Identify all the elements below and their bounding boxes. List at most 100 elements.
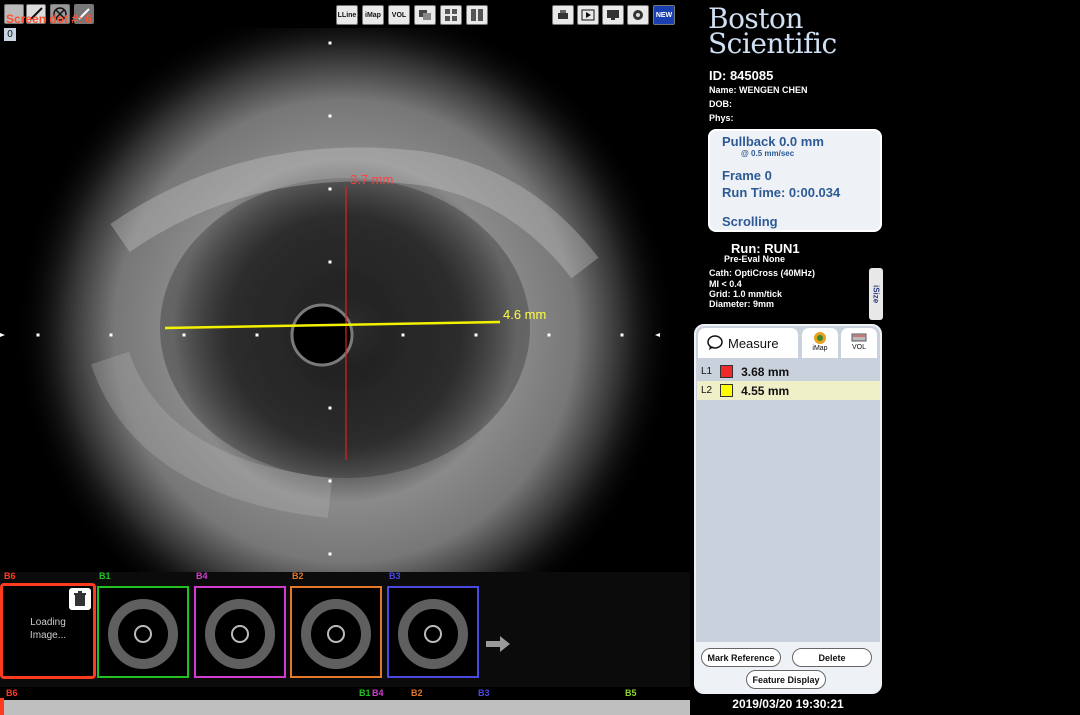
ivus-image[interactable]: 3.7 mm 4.6 mm (0, 28, 690, 573)
grid-tick (547, 333, 551, 337)
new-label: NEW (655, 11, 673, 19)
grid-tick (182, 333, 186, 337)
thumb-catheter (327, 625, 345, 643)
split-icon (471, 9, 483, 21)
timeline-label-b4: B4 (372, 688, 384, 698)
volume-icon (851, 333, 867, 342)
grid-tick (620, 333, 624, 337)
printer-icon (558, 10, 568, 19)
grid-tick (328, 479, 332, 483)
patient-name: WENGEN CHEN (739, 85, 808, 95)
trash-icon (74, 591, 86, 606)
tab-imap-label: iMap (812, 345, 828, 352)
thumb-catheter (231, 625, 249, 643)
timeline-bar[interactable] (0, 700, 690, 715)
lline-label: LLine (337, 11, 357, 19)
pullback-speed: @ 0.5 mm/sec (741, 149, 795, 158)
measure-color-swatch (720, 384, 734, 397)
grid-tick (328, 114, 332, 118)
overlay-icon (419, 10, 431, 20)
grid-tick (474, 333, 478, 337)
tab-imap[interactable]: iMap (802, 328, 838, 358)
vertical-measure-label: 3.7 mm (350, 172, 393, 187)
speech-bubble-icon (707, 335, 723, 350)
timeline-cursor[interactable] (0, 698, 4, 715)
feature-display-button[interactable]: Feature Display (746, 670, 826, 689)
play-icon (581, 9, 595, 21)
isize-label: iSize (871, 284, 881, 304)
thumb-preview (301, 599, 371, 669)
overlay-button[interactable] (414, 5, 436, 25)
catheter (290, 303, 354, 367)
left-edge-arrow (0, 333, 5, 337)
isize-button[interactable]: iSize (869, 268, 883, 320)
thumb-catheter (134, 625, 152, 643)
grid-info: Grid: 1.0 mm/tick (709, 289, 783, 299)
lline-button[interactable]: LLine (336, 5, 358, 25)
grid-tick (109, 333, 113, 337)
imap-button[interactable]: iMap (362, 5, 384, 25)
thumb-catheter (424, 625, 442, 643)
measure-value: 3.68 mm (741, 364, 790, 379)
tab-vol[interactable]: VOL (841, 328, 877, 358)
vol-label: VOL (391, 11, 407, 19)
timeline-label-b2: B2 (411, 688, 423, 698)
grid-tick (328, 187, 332, 191)
grid-tick (328, 41, 332, 45)
print-button[interactable] (552, 5, 574, 25)
disc-icon (633, 10, 643, 20)
grid-icon (445, 9, 457, 21)
imap-icon (814, 332, 826, 344)
mi-info: MI < 0.4 (709, 279, 742, 289)
timeline-label-b5: B5 (625, 688, 637, 698)
horizontal-measure-label: 4.6 mm (503, 307, 546, 322)
bookmark-thumb-b2[interactable] (290, 586, 382, 678)
patient-id: ID: 845085 (709, 68, 774, 83)
catheter-info: Cath: OptiCross (40MHz) (709, 268, 816, 278)
vol-button[interactable]: VOL (388, 5, 410, 25)
grid-tick (255, 333, 259, 337)
grid-tick (36, 333, 40, 337)
thumb-preview (108, 599, 178, 669)
measure-row-l2[interactable]: L2 4.55 mm (697, 381, 880, 400)
bookmark-thumb-b4[interactable] (194, 586, 286, 678)
measure-id: L2 (701, 385, 713, 396)
grid-view-button[interactable] (440, 5, 462, 25)
record-button[interactable] (627, 5, 649, 25)
monitor-icon (607, 10, 619, 20)
timeline-label-b1: B1 (359, 688, 371, 698)
scroll-mode: Scrolling (722, 214, 778, 229)
brand-logo: Boston Scientific (708, 5, 837, 58)
bookmark-thumb-b1[interactable] (97, 586, 189, 678)
pullback-title: Pullback 0.0 mm (722, 134, 824, 149)
screen-dot-label: Screen dot #: 6 (6, 12, 93, 26)
pre-eval: Pre-Eval None (724, 254, 786, 264)
measure-row-l1[interactable]: L1 3.68 mm (697, 362, 880, 381)
measure-color-swatch (720, 365, 734, 378)
timeline-label-b6: B6 (6, 688, 18, 698)
measure-value: 4.55 mm (741, 383, 790, 398)
bookmark-label-b3: B3 (389, 571, 401, 581)
patient-phys-label: Phys: (709, 113, 734, 123)
frame-number: Frame 0 (722, 168, 772, 183)
play-button[interactable] (577, 5, 599, 25)
monitor-button[interactable] (602, 5, 624, 25)
thumb-preview (398, 599, 468, 669)
imap-label: iMap (365, 11, 381, 19)
datetime: 2019/03/20 19:30:21 (732, 697, 844, 711)
bookmark-thumb-b3[interactable] (387, 586, 479, 678)
bookmark-label-b2: B2 (292, 571, 304, 581)
mark-reference-button[interactable]: Mark Reference (701, 648, 781, 667)
trash-button[interactable] (69, 588, 91, 610)
tab-measure[interactable]: Measure (698, 328, 798, 358)
grid-tick (401, 333, 405, 337)
delete-button[interactable]: Delete (792, 648, 872, 667)
bookmark-thumb-b6[interactable]: Loading Image... (0, 583, 96, 679)
patient-name-label: Name: (709, 85, 737, 95)
split-view-button[interactable] (466, 5, 488, 25)
grid-tick (328, 406, 332, 410)
next-arrow-icon[interactable] (486, 636, 510, 652)
new-button[interactable]: NEW (653, 5, 675, 25)
patient-name-row: Name: WENGEN CHEN (709, 85, 808, 95)
run-time: Run Time: 0:00.034 (722, 185, 841, 200)
